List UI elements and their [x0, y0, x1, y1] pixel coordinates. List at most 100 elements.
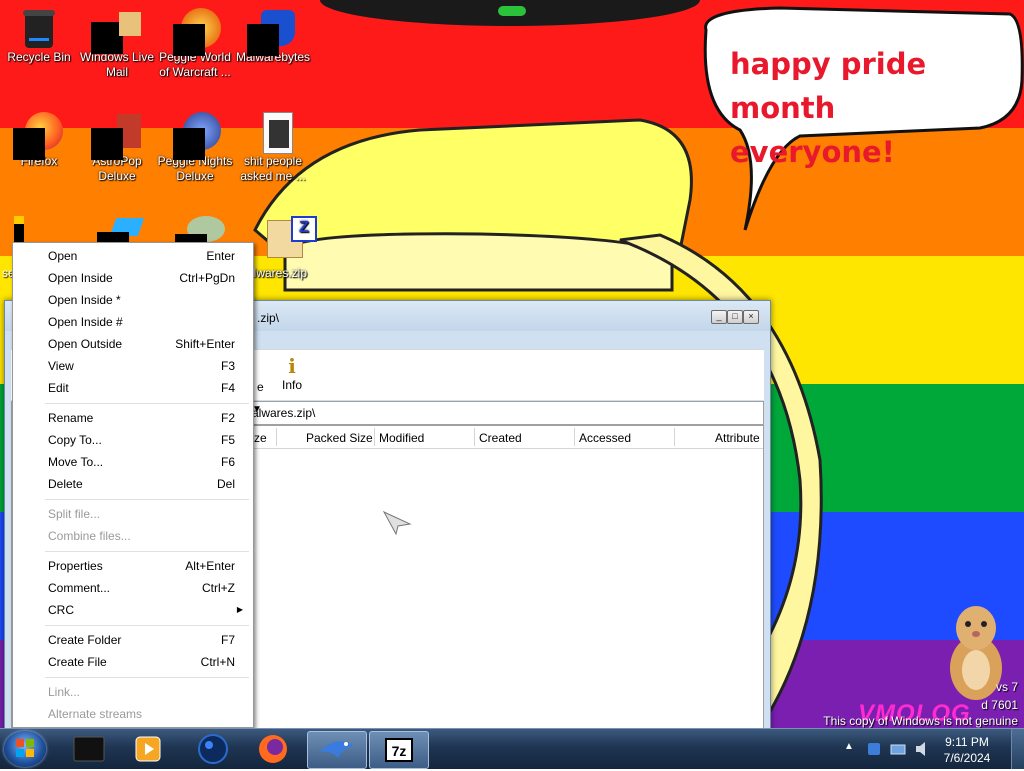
toolbar-partial-label[interactable]: e [257, 380, 264, 394]
menu-item-view[interactable]: View F3 [13, 356, 253, 378]
clock-time: 9:11 PM [945, 735, 989, 749]
show-desktop-button[interactable] [1011, 729, 1024, 769]
menu-separator [45, 625, 249, 626]
column-packed-size[interactable]: Packed Size [306, 431, 373, 445]
desktop-icon-malwarebytes[interactable]: Malwarebytes [234, 6, 312, 65]
taskbar-app-dark-box[interactable] [60, 731, 118, 767]
menu-item-edit[interactable]: Edit F4 [13, 378, 253, 400]
taskbar-app-firefox[interactable] [244, 731, 302, 767]
recycle-bin-icon [19, 8, 59, 48]
menu-item-label: Split file... [48, 507, 101, 521]
menu-separator [45, 403, 249, 404]
taskbar-app-media-player[interactable] [120, 731, 178, 767]
column-modified[interactable]: Modified [379, 431, 424, 445]
bird-app-icon [320, 741, 354, 758]
taskbar-app-globe[interactable] [184, 731, 242, 767]
taskbar-app-bird[interactable] [307, 731, 367, 769]
menu-item-label: Delete [48, 477, 83, 491]
menu-item-shortcut: Enter [206, 249, 235, 263]
menu-item-combine-files: Combine files... [13, 526, 253, 548]
menu-item-create-folder[interactable]: Create Folder F7 [13, 630, 253, 652]
dark-box-icon [73, 736, 105, 762]
menu-item-shortcut: Ctrl+PgDn [179, 271, 235, 285]
menu-item-open-inside[interactable]: Open Inside Ctrl+PgDn [13, 268, 253, 290]
desktop-icon-peggle-wow[interactable]: Peggle World of Warcraft ... [156, 6, 234, 80]
menu-item-label: Move To... [48, 455, 104, 469]
menu-item-shortcut: Ctrl+Z [202, 581, 235, 595]
menu-separator [45, 551, 249, 552]
menu-item-label: Open Inside # [48, 315, 123, 329]
desktop-icon-text-file[interactable]: shit people asked me ... [234, 110, 312, 184]
peggle-wow-icon [173, 8, 221, 56]
desktop-icon-peggle-nights[interactable]: Peggle Nights Deluxe [156, 110, 234, 184]
menu-item-shortcut: F4 [220, 381, 235, 395]
menu-item-create-file[interactable]: Create File Ctrl+N [13, 652, 253, 674]
column-created[interactable]: Created [479, 431, 522, 445]
menu-item-properties[interactable]: Properties Alt+Enter [13, 556, 253, 578]
malwarebytes-icon [247, 8, 295, 56]
network-icon[interactable] [890, 741, 906, 757]
menu-item-open-outside[interactable]: Open Outside Shift+Enter [13, 334, 253, 356]
context-menu: Open Enter Open Inside Ctrl+PgDn Open Insi… [12, 242, 254, 728]
menu-item-comment[interactable]: Comment... Ctrl+Z [13, 578, 253, 600]
shield-icon[interactable] [866, 741, 882, 757]
info-label: Info [281, 378, 302, 392]
menu-item-split-file: Split file... [13, 504, 253, 526]
green-eyes [498, 6, 526, 16]
mouse-cursor-icon [382, 510, 412, 536]
desktop-icon-astropop[interactable]: AstroPop Deluxe [78, 110, 156, 184]
menu-item-link: Link... [13, 682, 253, 704]
menu-item-shortcut: Shift+Enter [175, 337, 235, 351]
windows-live-mail-icon [91, 8, 141, 54]
show-hidden-icons-icon[interactable]: ▲ [844, 741, 854, 752]
menu-item-label: Combine files... [48, 529, 131, 543]
menu-item-label: Comment... [48, 581, 111, 595]
start-orb-icon[interactable] [4, 731, 46, 767]
icon-label: Windows Live Mail [79, 50, 155, 79]
desktop-icon-windows-live-mail[interactable]: Windows Live Mail [78, 6, 156, 80]
document-folder-icon [253, 112, 293, 154]
clock[interactable]: 9:11 PM 7/6/2024 [932, 734, 1002, 766]
column-size[interactable]: ze [254, 431, 267, 445]
menu-item-delete[interactable]: Delete Del [13, 474, 253, 496]
menu-item-shortcut: F3 [220, 359, 235, 373]
taskbar-app-7zip[interactable]: 7z [369, 731, 429, 769]
close-button[interactable]: × [743, 310, 759, 324]
icon-label: Recycle Bin [7, 50, 71, 64]
menu-item-label: Edit [48, 381, 69, 395]
column-attributes[interactable]: Attribute [715, 431, 760, 445]
desktop-icon-recycle-bin[interactable]: Recycle Bin [0, 6, 78, 65]
menu-item-label: Open Inside * [48, 293, 121, 307]
menu-item-rename[interactable]: Rename F2 [13, 408, 253, 430]
taskbar: 7z ▲ 9:11 PM 7/6/2024 [0, 728, 1024, 769]
character-face [283, 232, 674, 292]
info-icon: i [288, 354, 296, 378]
menu-item-label: View [48, 359, 74, 373]
firefox-icon [259, 735, 287, 763]
menu-item-move-to[interactable]: Move To... F6 [13, 452, 253, 474]
menu-item-shortcut: Ctrl+N [200, 655, 235, 669]
menu-item-crc[interactable]: CRC ▶ [13, 600, 253, 622]
menu-item-copy-to[interactable]: Copy To... F5 [13, 430, 253, 452]
menu-item-open[interactable]: Open Enter [13, 246, 253, 268]
menu-item-label: Open Outside [48, 337, 123, 351]
menu-item-open-inside-hash[interactable]: Open Inside # [13, 312, 253, 334]
menu-item-label: Create Folder [48, 633, 122, 647]
chevron-down-icon[interactable]: ▼ [252, 404, 759, 415]
peggle-nights-icon [173, 112, 221, 160]
firefox-icon [13, 112, 63, 160]
info-button[interactable]: i Info [277, 354, 307, 392]
speaker-icon[interactable] [914, 740, 930, 758]
menu-separator [45, 677, 249, 678]
bubble-line-1: happy pride month [730, 47, 927, 125]
maximize-button[interactable]: □ [727, 310, 743, 324]
desktop-icon-firefox[interactable]: Firefox [0, 110, 78, 169]
menu-item-label: Open Inside [48, 271, 113, 285]
7zip-icon: 7z [385, 738, 413, 762]
icon-label: shit people asked me ... [240, 154, 306, 183]
minimize-button[interactable]: _ [711, 310, 727, 324]
clock-date: 7/6/2024 [943, 751, 991, 765]
menu-item-open-inside-star[interactable]: Open Inside * [13, 290, 253, 312]
window-title: .zip\ [257, 311, 280, 325]
column-accessed[interactable]: Accessed [579, 431, 631, 445]
